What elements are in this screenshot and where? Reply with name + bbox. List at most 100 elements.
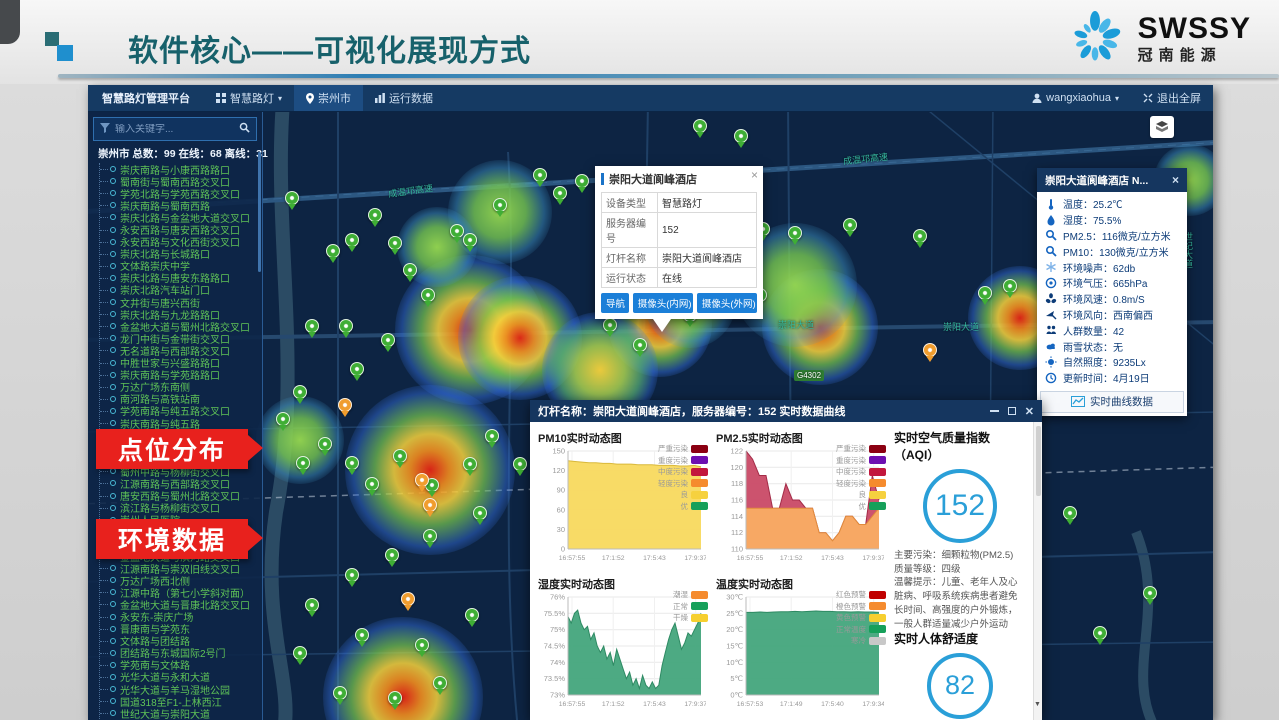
tree-item[interactable]: 学苑北路与学苑西路交叉口 <box>100 187 262 199</box>
map-3d-layers-button[interactable] <box>1150 116 1174 138</box>
tree-item[interactable]: 崇庆南路与纯五路 <box>100 417 262 429</box>
map-marker[interactable] <box>463 233 477 247</box>
tree-item[interactable]: 龙门中街与金带街交叉口 <box>100 332 262 344</box>
tree-item[interactable]: 崇庆北路与金盆地大道交叉口 <box>100 211 262 223</box>
map-marker[interactable] <box>276 412 290 426</box>
tree-item[interactable]: 晋康南与学苑东 <box>100 623 262 635</box>
tree-item[interactable]: 蜀南街与蜀南西路交叉口 <box>100 175 262 187</box>
map-marker[interactable] <box>433 676 447 690</box>
search-input[interactable] <box>115 124 234 135</box>
map-marker[interactable] <box>603 318 617 332</box>
map-marker[interactable] <box>368 208 382 222</box>
tree-item[interactable]: 崇庆北路与唐安东路路口 <box>100 272 262 284</box>
tree-item[interactable]: 永安西路与唐安西路交叉口 <box>100 223 262 235</box>
close-icon[interactable]: × <box>1172 173 1179 187</box>
tree-item[interactable]: 光华大道与羊马湿地公园 <box>100 683 262 695</box>
map-marker[interactable] <box>913 229 927 243</box>
tree-item[interactable]: 国道318至F1-上林西江 <box>100 695 262 707</box>
tree-item[interactable]: 学苑南路与纯五路交叉口 <box>100 405 262 417</box>
tree-item[interactable]: 无名道路与西部路交叉口 <box>100 344 262 356</box>
panel-scrollbar[interactable]: ▼ <box>1033 422 1042 720</box>
map-marker[interactable] <box>1003 279 1017 293</box>
sidebar-scrollbar[interactable] <box>258 152 261 272</box>
map-marker[interactable] <box>423 498 437 512</box>
tree-item[interactable]: 滨江路与杨柳街交叉口 <box>100 502 262 514</box>
exit-fullscreen-button[interactable]: 退出全屏 <box>1131 85 1213 111</box>
map-marker[interactable] <box>978 286 992 300</box>
map-marker[interactable] <box>388 236 402 250</box>
map-marker[interactable] <box>350 362 364 376</box>
tree-item[interactable]: 文体路与团结路 <box>100 635 262 647</box>
tree-item[interactable]: 崇庆南路与蜀南西路 <box>100 199 262 211</box>
map-marker[interactable] <box>415 473 429 487</box>
tree-item[interactable]: 万达广场西北侧 <box>100 574 262 586</box>
search-icon[interactable] <box>239 120 250 138</box>
tree-item[interactable]: 崇庆南路与小康西路路口 <box>100 163 262 175</box>
close-icon[interactable]: ✕ <box>1025 405 1034 418</box>
map-marker[interactable] <box>285 191 299 205</box>
map-marker[interactable] <box>305 598 319 612</box>
map-marker[interactable] <box>1093 626 1107 640</box>
close-icon[interactable]: × <box>751 168 758 182</box>
map-canvas[interactable]: 成温邛高速成温邛高速崇阳大道崇阳大道崇阳大道世纪大道G4302 崇州市 总数：9… <box>88 112 1213 720</box>
camera-external-button[interactable]: 摄像头(外网) <box>697 293 757 313</box>
map-marker[interactable] <box>734 129 748 143</box>
scrollbar-down-arrow[interactable]: ▼ <box>1033 701 1042 708</box>
map-marker[interactable] <box>473 506 487 520</box>
map-marker[interactable] <box>293 646 307 660</box>
map-marker[interactable] <box>788 226 802 240</box>
map-marker[interactable] <box>296 456 310 470</box>
map-marker[interactable] <box>365 477 379 491</box>
nav-item-city[interactable]: 崇州市 <box>294 85 363 111</box>
map-marker[interactable] <box>339 319 353 333</box>
tree-item[interactable]: 金盆地大道与晋康北路交叉口 <box>100 598 262 610</box>
map-marker[interactable] <box>421 288 435 302</box>
map-marker[interactable] <box>345 568 359 582</box>
map-marker[interactable] <box>485 429 499 443</box>
map-marker[interactable] <box>318 437 332 451</box>
tree-item[interactable]: 永安东-崇庆广场 <box>100 610 262 622</box>
minimize-icon[interactable] <box>990 410 999 412</box>
tree-item[interactable]: 团结路与东城国际2号门 <box>100 647 262 659</box>
scrollbar-thumb[interactable] <box>1036 426 1041 496</box>
map-marker[interactable] <box>513 457 527 471</box>
filter-icon[interactable] <box>100 120 110 138</box>
map-marker[interactable] <box>533 168 547 182</box>
tree-item[interactable]: 崇庆北路与九龙路路口 <box>100 308 262 320</box>
tree-item[interactable]: 万达广场东南侧 <box>100 381 262 393</box>
map-marker[interactable] <box>305 319 319 333</box>
user-menu[interactable]: wangxiaohua ▾ <box>1020 85 1131 111</box>
map-marker[interactable] <box>355 628 369 642</box>
tree-item[interactable]: 文井街与唐兴西街 <box>100 296 262 308</box>
tree-item[interactable]: 崇庆南路与学苑路路口 <box>100 369 262 381</box>
tree-item[interactable]: 江源南路与崇双旧线交叉口 <box>100 562 262 574</box>
tree-item[interactable]: 金盆地大道与蜀州北路交叉口 <box>100 320 262 332</box>
tree-root-node[interactable]: 崇州市 总数：99 在线：68 离线：31 <box>94 146 258 161</box>
tree-item[interactable]: 永安西路与文化西街交叉口 <box>100 236 262 248</box>
map-marker[interactable] <box>401 592 415 606</box>
map-marker[interactable] <box>553 186 567 200</box>
map-marker[interactable] <box>493 198 507 212</box>
camera-internal-button[interactable]: 摄像头(内网) <box>633 293 693 313</box>
map-marker[interactable] <box>338 398 352 412</box>
map-marker[interactable] <box>463 457 477 471</box>
tree-item[interactable]: 南河路与高铁站南 <box>100 393 262 405</box>
map-marker[interactable] <box>450 224 464 238</box>
map-marker[interactable] <box>293 385 307 399</box>
map-marker[interactable] <box>403 263 417 277</box>
map-marker[interactable] <box>633 338 647 352</box>
tree-item[interactable]: 中胜世家与兴盛路路口 <box>100 357 262 369</box>
tree-item[interactable]: 崇庆北路与长城路口 <box>100 248 262 260</box>
tree-item[interactable]: 世纪大道与崇阳大道 <box>100 707 262 719</box>
map-marker[interactable] <box>1143 586 1157 600</box>
tree-item[interactable]: 唐安西路与蜀州北路交叉口 <box>100 490 262 502</box>
nav-item-run-data[interactable]: 运行数据 <box>363 85 445 111</box>
map-marker[interactable] <box>423 529 437 543</box>
map-marker[interactable] <box>465 608 479 622</box>
map-marker[interactable] <box>345 456 359 470</box>
map-marker[interactable] <box>333 686 347 700</box>
map-marker[interactable] <box>843 218 857 232</box>
map-marker[interactable] <box>575 174 589 188</box>
map-marker[interactable] <box>393 449 407 463</box>
tree-item[interactable]: 江源中路（第七小学斜对面） <box>100 586 262 598</box>
